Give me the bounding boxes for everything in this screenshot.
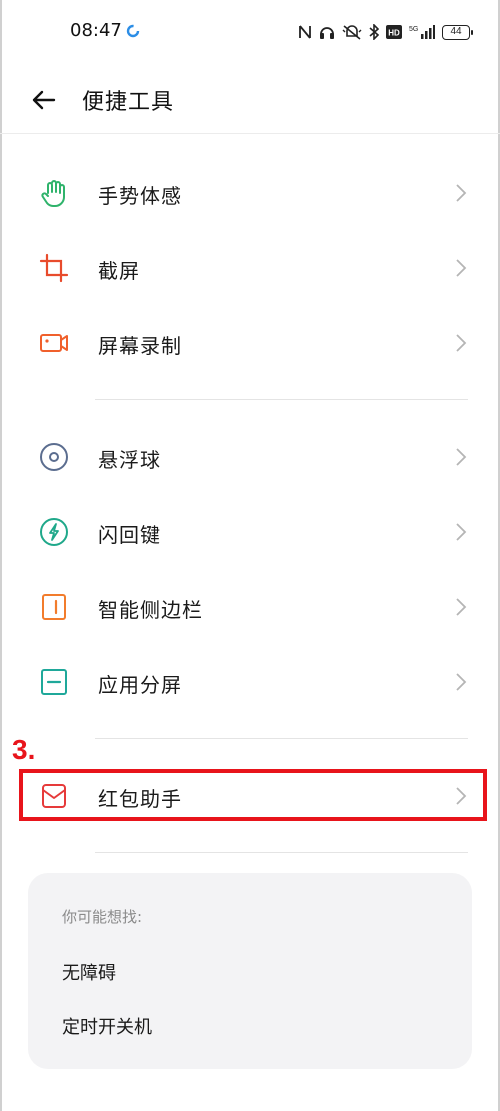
- list-item-split-screen[interactable]: 应用分屏: [0, 650, 500, 714]
- page-title: 便捷工具: [82, 90, 175, 115]
- back-arrow-icon[interactable]: [28, 84, 60, 116]
- nfc-icon: [299, 25, 311, 39]
- red-envelope-icon: [42, 784, 66, 808]
- list-item-gesture[interactable]: 手势体感: [0, 161, 500, 225]
- list-item-red-envelope-assistant[interactable]: 红包助手: [0, 764, 500, 828]
- list-item-flashback-key[interactable]: 闪回键: [0, 500, 500, 564]
- svg-text:5G: 5G: [409, 26, 418, 33]
- video-camera-icon: [40, 334, 68, 352]
- status-icons: HD 5G 44: [298, 22, 473, 42]
- flash-bolt-icon: [40, 518, 68, 546]
- list-item-label: 闪回键: [98, 523, 161, 547]
- gesture-hand-icon: [41, 180, 65, 207]
- group-divider: [95, 852, 468, 853]
- chevron-right-icon: [456, 184, 467, 202]
- list-item-label: 手势体感: [98, 184, 182, 208]
- suggestion-link-accessibility[interactable]: 无障碍: [62, 959, 116, 985]
- chevron-right-icon: [456, 787, 467, 805]
- suggestion-card: 你可能想找: 无障碍 定时开关机: [28, 873, 472, 1069]
- sidebar-icon: [42, 594, 66, 620]
- sync-indicator-icon: [126, 24, 140, 38]
- battery-icon: 44: [442, 24, 473, 40]
- suggestion-title: 你可能想找:: [62, 908, 143, 926]
- page-header: 便捷工具: [0, 64, 500, 134]
- hd-icon: HD: [386, 25, 402, 39]
- list-item-screen-record[interactable]: 屏幕录制: [0, 311, 500, 375]
- list-item-label: 截屏: [98, 259, 140, 283]
- signal-5g-icon: 5G: [409, 25, 435, 39]
- svg-text:HD: HD: [388, 29, 400, 38]
- status-bar: 08:47 HD 5G 44: [0, 0, 500, 64]
- chevron-right-icon: [456, 334, 467, 352]
- step-annotation-label: 3.: [12, 734, 36, 765]
- list-item-floating-ball[interactable]: 悬浮球: [0, 425, 500, 489]
- suggestion-link-scheduled-power[interactable]: 定时开关机: [62, 1013, 152, 1039]
- list-item-label: 红包助手: [98, 787, 182, 811]
- floating-ball-icon: [40, 443, 68, 471]
- chevron-right-icon: [456, 523, 467, 541]
- mute-icon: [342, 25, 362, 40]
- list-item-label: 应用分屏: [98, 673, 182, 697]
- chevron-right-icon: [456, 259, 467, 277]
- chevron-right-icon: [456, 673, 467, 691]
- list-item-label: 悬浮球: [98, 448, 161, 472]
- status-time: 08:47: [70, 20, 122, 41]
- group-divider: [95, 738, 468, 739]
- list-item-label: 屏幕录制: [98, 334, 182, 358]
- chevron-right-icon: [456, 448, 467, 466]
- crop-icon: [39, 253, 69, 283]
- group-divider: [95, 399, 468, 400]
- chevron-right-icon: [456, 598, 467, 616]
- list-item-label: 智能侧边栏: [98, 598, 203, 622]
- split-screen-icon: [41, 669, 67, 695]
- bluetooth-icon: [369, 24, 379, 40]
- list-item-smart-sidebar[interactable]: 智能侧边栏: [0, 575, 500, 639]
- list-item-screenshot[interactable]: 截屏: [0, 236, 500, 300]
- headset-icon: [320, 27, 334, 39]
